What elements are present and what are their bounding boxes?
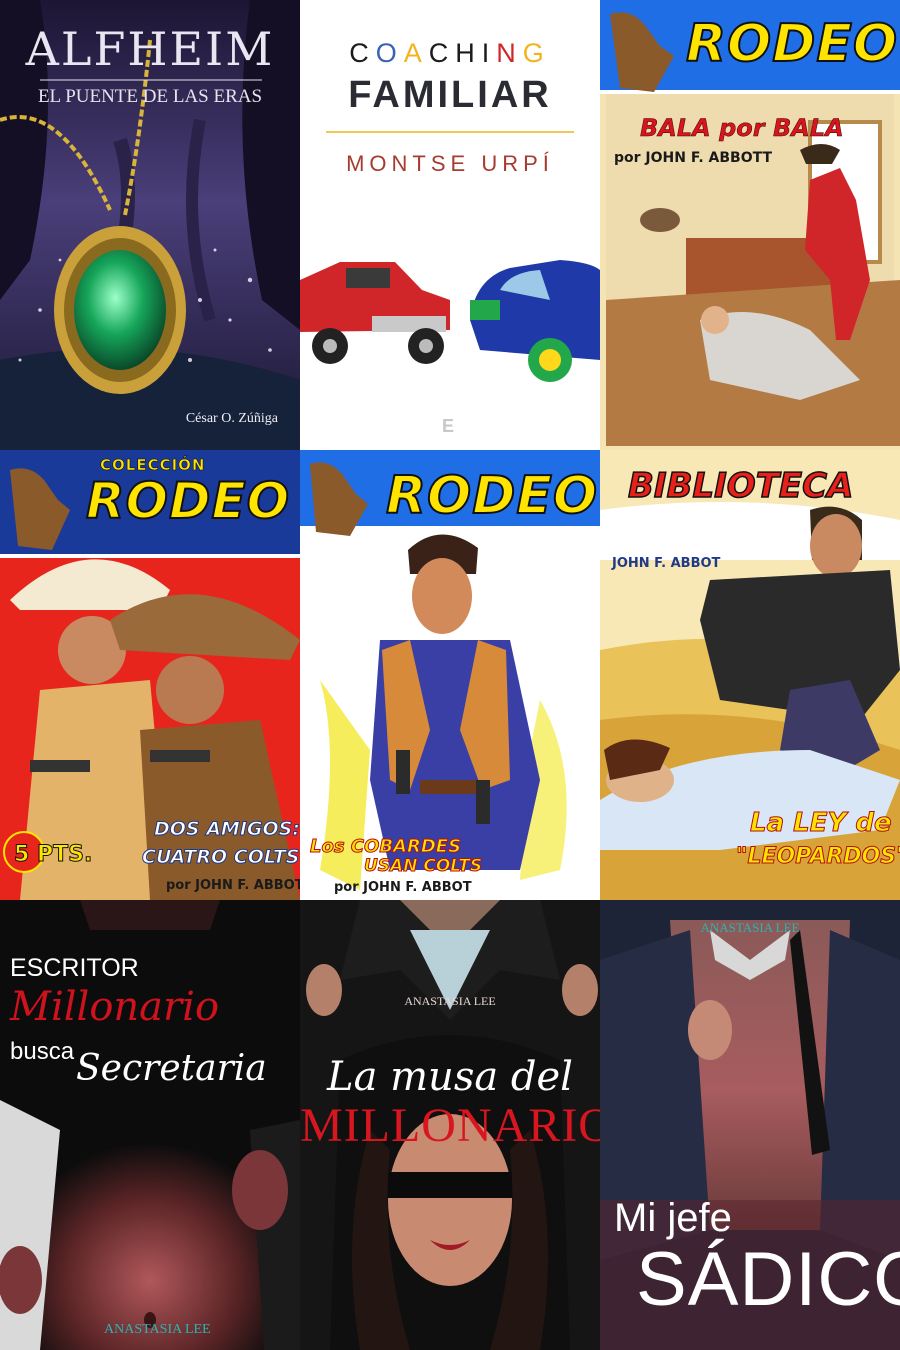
cover-title-line4: Secretaria — [76, 1048, 267, 1089]
cover-title-line2: "LEOPARDOS" — [736, 844, 900, 870]
cover-author: por JOHN F. ABBOT — [166, 878, 300, 893]
cover-author: por JOHN F. ABBOT — [334, 880, 472, 895]
book-cover-alfheim[interactable]: ALFHEIM EL PUENTE DE LAS ERAS César O. Z… — [0, 0, 300, 450]
cover-title-line2: MILLONARIO — [300, 1099, 600, 1152]
book-cover-escritor-millonario[interactable]: ESCRITOR Millonario busca Secretaria ANA… — [0, 900, 300, 1350]
cover-title-line2: FAMILIAR — [348, 74, 552, 116]
cover-title: BALA por BALA — [640, 114, 844, 143]
cover-title-line1: DOS AMIGOS: — [154, 818, 300, 841]
cover-author: por JOHN F. ABBOTT — [614, 150, 773, 166]
cover-author: ANASTASIA LEE — [700, 920, 800, 935]
cover-title-line3: busca — [10, 1038, 75, 1065]
cover-title-line2: SÁDICO — [636, 1237, 900, 1322]
cover-author: JOHN F. ABBOT — [612, 556, 721, 571]
series-logo: RODEO — [385, 465, 599, 527]
book-cover-grid: ALFHEIM EL PUENTE DE LAS ERAS César O. Z… — [0, 0, 900, 1350]
series-logo: BIBLIOTECA — [627, 465, 854, 507]
book-cover-dos-amigos[interactable]: COLECCIÓN RODEO DOS AMIGOS: CUATRO COLTS… — [0, 450, 300, 900]
cover-title-line1: La musa del — [327, 1054, 573, 1100]
price-badge: 5 PTS. — [13, 842, 93, 868]
book-cover-coaching-familiar[interactable]: COACHING FAMILIAR MONTSE URPÍ E — [300, 0, 600, 450]
book-cover-mi-jefe-sadico[interactable]: ANASTASIA LEE Mi jefe SÁDICO — [600, 900, 900, 1350]
cover-title-line1: ESCRITOR — [10, 954, 139, 982]
cover-title-line1: Los COBARDES — [309, 836, 462, 858]
cover-subtitle: EL PUENTE DE LAS ERAS — [37, 86, 263, 107]
cover-author: César O. Zúñiga — [185, 411, 278, 426]
cover-title-line2: Millonario — [10, 984, 220, 1030]
cover-title-line2: USAN COLTS — [363, 856, 483, 877]
book-cover-la-ley-de-los-leopardos[interactable]: BIBLIOTECA JOHN F. ABBOT La LEY de los "… — [600, 450, 900, 900]
series-logo: RODEO — [685, 13, 899, 75]
cover-title-line1: Mi jefe — [614, 1196, 732, 1240]
book-cover-los-cobardes[interactable]: RODEO Los COBARDES USAN COLTS por JOHN F… — [300, 450, 600, 900]
cover-title-line1: La LEY de los — [750, 808, 900, 839]
cover-title-line2: CUATRO COLTS — [141, 846, 300, 869]
series-logo: RODEO — [85, 471, 291, 531]
cover-title-line1: COACHING — [349, 38, 551, 68]
cover-author: ANASTASIA LEE — [104, 1322, 211, 1337]
cover-title: ALFHEIM — [25, 22, 275, 76]
cover-author: MONTSE URPÍ — [346, 151, 554, 176]
publisher-logo: E — [442, 416, 455, 436]
book-cover-la-musa-del-millonario[interactable]: ANASTASIA LEE La musa del MILLONARIO — [300, 900, 600, 1350]
book-cover-bala-por-bala[interactable]: RODEO BALA por BALA por JOHN F. ABBOTT — [600, 0, 900, 450]
cover-author: ANASTASIA LEE — [404, 994, 496, 1008]
